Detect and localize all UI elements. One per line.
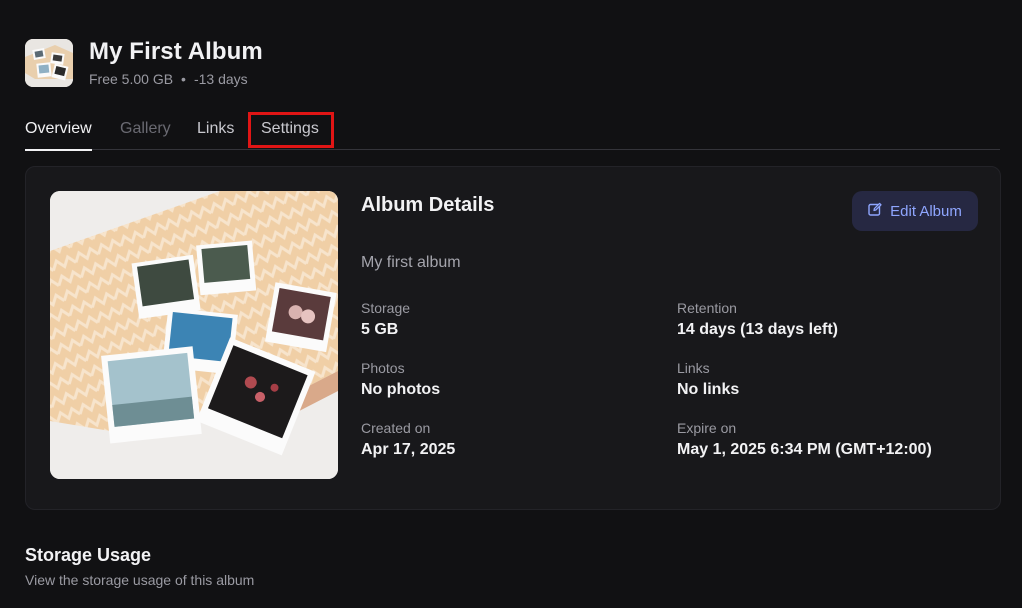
links-label: Links <box>677 360 710 376</box>
edit-album-label: Edit Album <box>890 202 962 220</box>
edit-album-button[interactable]: Edit Album <box>852 191 978 231</box>
plan-text: Free 5.00 GB <box>89 71 174 87</box>
storage-usage-subtitle: View the storage usage of this album <box>25 572 255 588</box>
tab-links[interactable]: Links <box>197 120 234 138</box>
storage-value: 5 GB <box>361 321 399 338</box>
days-remaining-text: -13 days <box>193 71 248 87</box>
storage-usage-title: Storage Usage <box>25 545 152 565</box>
expire-label: Expire on <box>677 420 737 436</box>
album-description: My first album <box>361 254 461 271</box>
edit-icon <box>868 202 882 220</box>
links-value: No links <box>677 381 740 398</box>
tab-gallery[interactable]: Gallery <box>120 120 171 138</box>
expire-value: May 1, 2025 6:34 PM (GMT+12:00) <box>677 441 932 458</box>
retention-label: Retention <box>677 300 737 316</box>
photos-value: No photos <box>361 381 441 398</box>
album-thumbnail <box>25 39 73 87</box>
album-title: My First Album <box>89 38 263 65</box>
album-details-card: Album Details Edit Album My first album … <box>25 166 1001 510</box>
tab-bar: Overview Gallery Links Settings <box>25 116 1000 151</box>
tab-overview[interactable]: Overview <box>25 120 92 151</box>
photos-label: Photos <box>361 360 405 376</box>
storage-label: Storage <box>361 300 411 316</box>
album-meta: Free 5.00 GB • -13 days <box>89 71 248 87</box>
created-value: Apr 17, 2025 <box>361 441 456 458</box>
retention-value: 14 days (13 days left) <box>677 321 838 338</box>
meta-separator: • <box>181 71 186 87</box>
tab-settings[interactable]: Settings <box>261 120 319 138</box>
created-label: Created on <box>361 420 431 436</box>
album-page: My First Album Free 5.00 GB • -13 days O… <box>0 0 1022 608</box>
details-title: Album Details <box>361 194 495 216</box>
album-cover-image <box>50 191 338 479</box>
